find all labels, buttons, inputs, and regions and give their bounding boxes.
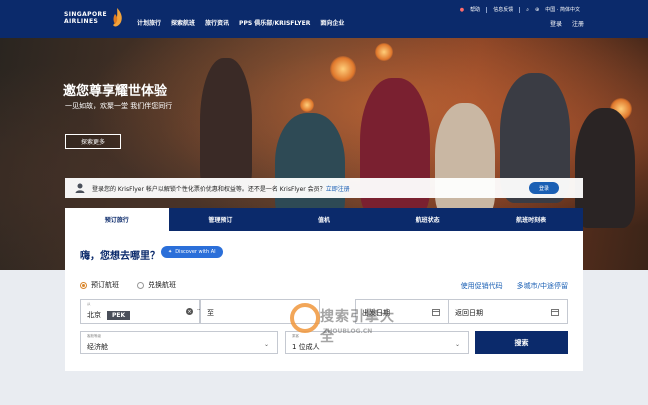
calendar-icon — [551, 309, 559, 316]
lantern-light — [375, 43, 393, 61]
nav-explore-flights[interactable]: 探索航班 — [171, 18, 195, 27]
krisflyer-banner: 登录您的 KrisFlyer 帐户以解锁个性化票价优惠和权益等。还不是一名 Kr… — [65, 178, 583, 198]
hero-title: 邀您尊享耀世体验 — [63, 84, 168, 99]
login-link[interactable]: 登录 — [550, 19, 562, 28]
radio-book-flight[interactable]: 预订航班 — [80, 280, 119, 290]
origin-value: 北京 PEK — [87, 310, 131, 320]
origin-field[interactable]: 从 北京 PEK × — [80, 299, 200, 324]
divider — [486, 6, 488, 13]
nav-travel-info[interactable]: 旅行资讯 — [205, 18, 229, 27]
origin-airport-code: PEK — [107, 310, 131, 320]
origin-city: 北京 — [87, 311, 101, 319]
page: SINGAPORE AIRLINES 计划旅行 探索航班 旅行资讯 PPS 俱乐… — [0, 0, 648, 405]
nav-plan-travel[interactable]: 计划旅行 — [137, 18, 161, 27]
return-value: 返回日期 — [455, 308, 483, 318]
tab-book-trip[interactable]: 预订旅行 — [65, 208, 169, 231]
passengers-value-wrap: 1 位成人 — [292, 342, 320, 352]
passengers-value: 1 位成人 — [292, 343, 320, 351]
krisflyer-login-button[interactable]: 登录 — [529, 182, 559, 194]
booking-tabs: 预订旅行 管理预订 值机 航班状态 航班时刻表 — [65, 208, 583, 231]
watermark-magnifier-icon — [290, 303, 320, 333]
singapore-airlines-logo[interactable]: SINGAPORE AIRLINES — [64, 8, 126, 30]
discover-ai-button[interactable]: ✦ Discover with AI — [161, 246, 223, 258]
krisflyer-signup-link[interactable]: 立即注册 — [326, 184, 350, 193]
bird-logo-icon — [113, 8, 122, 27]
lantern-light — [300, 98, 314, 112]
diner-figure — [275, 113, 345, 223]
tab-flight-schedule[interactable]: 航班时刻表 — [479, 208, 583, 231]
search-icon[interactable]: ⌕ — [526, 7, 529, 13]
hero-subtitle: 一见如故，欢聚一堂 我们伴您同行 — [65, 102, 173, 110]
promo-code-link[interactable]: 使用促销代码 — [461, 281, 503, 291]
signup-link[interactable]: 注册 — [572, 19, 584, 28]
tab-manage-booking[interactable]: 管理预订 — [169, 208, 273, 231]
tab-flight-status[interactable]: 航班状态 — [376, 208, 480, 231]
krisflyer-message: 登录您的 KrisFlyer 帐户以解锁个性化票价优惠和权益等。还不是一名 Kr… — [92, 185, 326, 193]
destination-placeholder: 至 — [207, 309, 214, 317]
region-selector[interactable]: 中国 · 简体中文 — [545, 6, 580, 13]
top-navigation-bar: SINGAPORE AIRLINES 计划旅行 探索航班 旅行资讯 PPS 俱乐… — [0, 0, 648, 38]
help-link[interactable]: 帮助 — [470, 6, 480, 13]
search-button[interactable]: 搜索 — [475, 331, 568, 354]
logo-wordmark: SINGAPORE AIRLINES — [64, 11, 107, 25]
booking-card: 嗨，您想去哪里？ ✦ Discover with AI 预订航班 兑换航班 使用… — [65, 231, 583, 371]
diner-figure — [435, 103, 495, 218]
watermark-url: ZHOUBLOG.CN — [323, 328, 373, 335]
chevron-down-icon: ⌄ — [263, 341, 269, 348]
origin-label: 从 — [87, 302, 91, 306]
clear-icon[interactable]: × — [186, 308, 193, 315]
return-date-field[interactable]: 返回日期 — [448, 299, 568, 324]
watermark-title: 搜索引擎大全 — [320, 309, 395, 345]
help-icon: ● — [459, 6, 465, 13]
cabin-value-wrap: 经济舱 — [87, 342, 108, 352]
watermark: 搜索引擎大全 ZHOUBLOG.CN — [290, 303, 405, 345]
return-placeholder: 返回日期 — [455, 309, 483, 317]
radio-book-label: 预订航班 — [91, 281, 119, 289]
nav-pps-krisflyer[interactable]: PPS 俱乐部/KRISFLYER — [239, 18, 310, 27]
cabin-value: 经济舱 — [87, 343, 108, 351]
chevron-down-icon: ⌄ — [454, 341, 460, 348]
booking-links: 使用促销代码 多城市/中途停留 — [461, 281, 568, 291]
radio-redeem-label: 兑换航班 — [148, 281, 176, 289]
booking-greeting: 嗨，您想去哪里？ — [80, 251, 160, 262]
cabin-label: 客舱等级 — [87, 334, 101, 338]
diner-figure — [200, 58, 252, 198]
account-links: 登录 注册 — [550, 19, 584, 28]
lantern-light — [330, 56, 356, 82]
user-icon — [75, 183, 85, 193]
radio-redeem-flight[interactable]: 兑换航班 — [137, 280, 176, 290]
sparkle-icon: ✦ — [168, 249, 173, 255]
multi-city-link[interactable]: 多城市/中途停留 — [517, 281, 568, 291]
destination-value: 至 — [207, 308, 214, 318]
globe-icon: ⊕ — [535, 6, 540, 13]
radio-indicator — [137, 281, 144, 289]
divider — [519, 6, 521, 13]
main-nav: 计划旅行 探索航班 旅行资讯 PPS 俱乐部/KRISFLYER 面向企业 — [137, 18, 344, 27]
cabin-class-select[interactable]: 客舱等级 经济舱 ⌄ — [80, 331, 278, 354]
explore-more-button[interactable]: 探索更多 — [65, 134, 121, 149]
feedback-link[interactable]: 信息反馈 — [493, 6, 513, 13]
radio-selected-indicator — [80, 281, 87, 289]
tab-check-in[interactable]: 值机 — [272, 208, 376, 231]
diner-figure — [575, 108, 635, 228]
trip-type-radios: 预订航班 兑换航班 — [80, 280, 176, 290]
discover-ai-label: Discover with AI — [175, 249, 216, 255]
calendar-icon — [432, 309, 440, 316]
nav-business[interactable]: 面向企业 — [320, 18, 344, 27]
utility-links: ● 帮助 信息反馈 ⌕ ⊕ 中国 · 简体中文 — [460, 6, 580, 13]
